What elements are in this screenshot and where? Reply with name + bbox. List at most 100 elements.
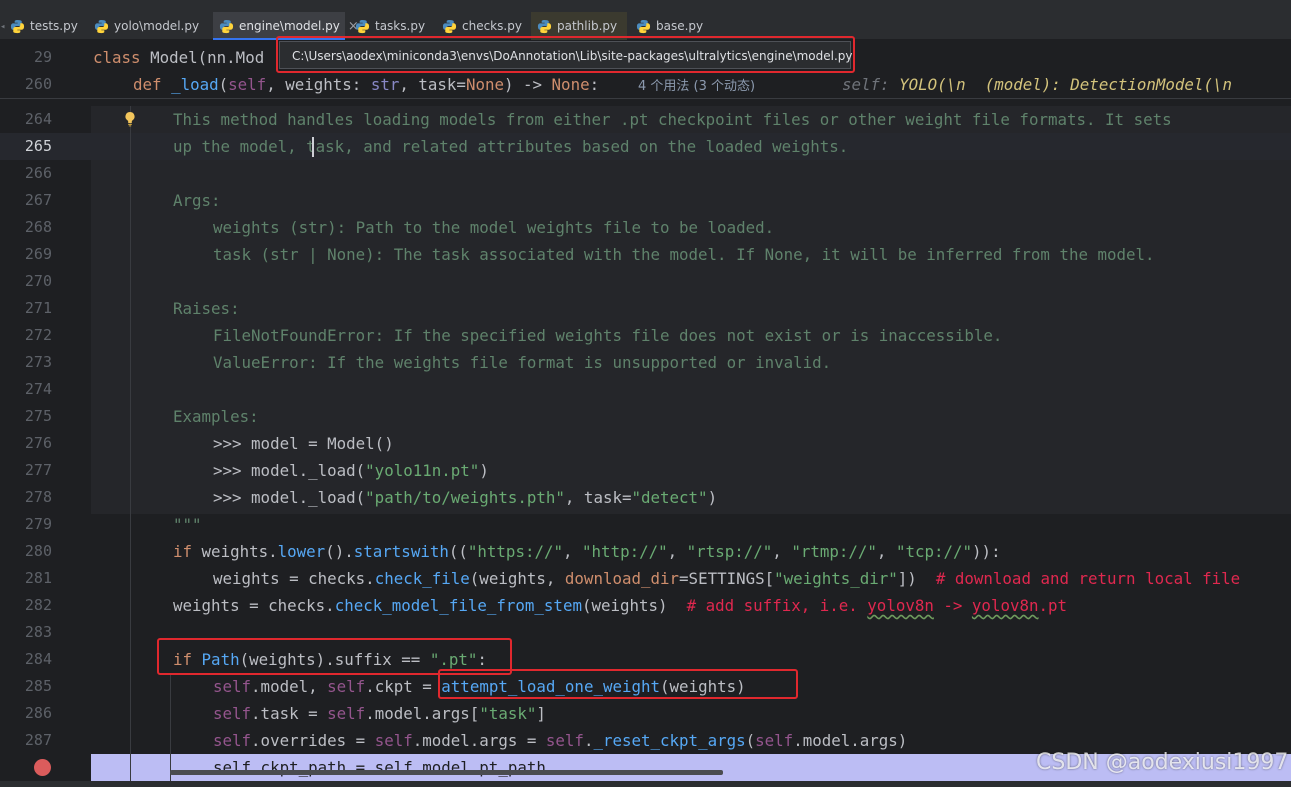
none-keyword: None: [465, 75, 504, 94]
method-call: check_model_file_from_stem: [334, 596, 582, 615]
code-line-279[interactable]: """: [173, 511, 202, 538]
code-text: .ckpt =: [365, 677, 442, 696]
code-text: , weights:: [266, 75, 371, 94]
line-number: 286: [24, 704, 52, 722]
code-text: (weights,: [469, 569, 565, 588]
text-caret: [312, 137, 314, 157]
code-text: ,: [563, 542, 583, 561]
lightbulb-icon[interactable]: [124, 111, 136, 127]
line-number: 287: [24, 731, 52, 749]
line-number: 285: [24, 677, 52, 695]
line-number: 29: [33, 48, 52, 66]
method-call: _reset_ckpt_args: [593, 731, 746, 750]
line-number: 284: [24, 650, 52, 668]
tab-label: tasks.py: [375, 19, 426, 33]
code-text: ().: [325, 542, 354, 561]
string-literal: "weights_dir": [774, 569, 898, 588]
watermark: CSDN @aodexiusi1997: [1036, 750, 1289, 775]
string-literal: "tcp://": [895, 542, 973, 561]
code-line-265[interactable]: up the model, task, and related attribut…: [173, 133, 848, 160]
line-number: 276: [24, 434, 52, 452]
line-number: 265: [24, 137, 52, 155]
code-line-277[interactable]: >>> model._load("yolo11n.pt"): [213, 457, 489, 484]
code-text: ): [707, 488, 718, 507]
tab-label: tests.py: [30, 19, 78, 33]
usages-hint[interactable]: 4 个用法 (3 个动态): [638, 75, 755, 94]
code-line-269[interactable]: task (str | None): The task associated w…: [213, 241, 1155, 268]
python-file-icon: [219, 19, 234, 33]
sticky-class-line[interactable]: class Model(nn.Mod: [93, 44, 264, 71]
code-text: (: [745, 731, 756, 750]
line-number: 272: [24, 326, 52, 344]
code-line-288[interactable]: self.ckpt_path = self.model.pt_path: [213, 754, 546, 781]
code-line-286[interactable]: self.task = self.model.args["task"]: [213, 700, 546, 727]
keyword: def: [133, 75, 162, 94]
code-line-268[interactable]: weights (str): Path to the model weights…: [213, 214, 774, 241]
string-literal: "http://": [582, 542, 668, 561]
code-line-282[interactable]: weights = checks.check_model_file_from_s…: [173, 592, 1067, 619]
code-line-272[interactable]: FileNotFoundError: If the specified weig…: [213, 322, 1002, 349]
code-line-280[interactable]: if weights.lower().startswith(("https://…: [173, 538, 1001, 565]
code-line-281[interactable]: weights = checks.check_file(weights, dow…: [213, 565, 1240, 592]
line-number: 273: [24, 353, 52, 371]
code-text: ,: [667, 542, 687, 561]
code-line-278[interactable]: >>> model._load("path/to/weights.pth", t…: [213, 484, 717, 511]
indent-guide: [130, 106, 131, 781]
horizontal-scrollbar[interactable]: [170, 770, 723, 775]
comment-typo: yolov8n: [867, 596, 934, 615]
code-text: =SETTINGS[: [679, 569, 775, 588]
breakpoint-icon[interactable]: [34, 759, 51, 776]
code-text: ]: [536, 704, 546, 723]
keyword-argument: download_dir: [564, 569, 680, 588]
code-text: >>> model._load(: [213, 461, 366, 480]
sticky-def-line[interactable]: def _load(self, weights: str, task=None)…: [133, 71, 599, 98]
method-call: lower: [277, 542, 326, 561]
code-line-273[interactable]: ValueError: If the weights file format i…: [213, 349, 831, 376]
line-number: 281: [24, 569, 52, 587]
self-keyword: self: [545, 731, 584, 750]
line-number: 266: [24, 164, 52, 182]
python-file-icon: [442, 19, 457, 33]
tab-tests-py[interactable]: tests.py: [4, 12, 84, 40]
line-number: 268: [24, 218, 52, 236]
tab-label: checks.py: [462, 19, 522, 33]
sticky-lines-separator: [0, 98, 1291, 99]
line-number: 275: [24, 407, 52, 425]
tab-yolo-model-py[interactable]: yolo\model.py: [88, 12, 211, 40]
code-text: .model,: [251, 677, 328, 696]
code-line-275[interactable]: Examples:: [173, 403, 259, 430]
editor-bottom-edge: [0, 781, 1291, 787]
inline-var-value: (model): DetectionModel(\n: [984, 75, 1232, 94]
tab-label: pathlib.py: [557, 19, 618, 33]
code-line-264[interactable]: This method handles loading models from …: [173, 106, 1172, 133]
string-literal: "path/to/weights.pth": [365, 488, 565, 507]
code-line-287[interactable]: self.overrides = self.model.args = self.…: [213, 727, 907, 754]
line-number: 277: [24, 461, 52, 479]
line-number: 282: [24, 596, 52, 614]
self-keyword: self: [755, 731, 794, 750]
keyword: if: [173, 542, 193, 561]
code-line-276[interactable]: >>> model = Model(): [213, 430, 394, 457]
code-line-271[interactable]: Raises:: [173, 295, 240, 322]
code-text: .model.args[: [365, 704, 480, 723]
code-text: ) ->: [503, 75, 552, 94]
inline-var-value: YOLO(\n: [899, 75, 966, 94]
indent-guide: [170, 674, 171, 781]
code-text: weights.: [192, 542, 278, 561]
comment-typo: yolov8n: [971, 596, 1039, 615]
method-call: startswith: [353, 542, 449, 561]
python-file-icon: [537, 19, 552, 33]
string-literal: "https://": [467, 542, 563, 561]
self-keyword: self: [213, 704, 252, 723]
debug-inline-values: self: YOLO(\n (model): DetectionModel(\n: [842, 71, 1232, 98]
code-text: .model.args): [793, 731, 908, 750]
python-file-icon: [10, 19, 25, 33]
code-line-267[interactable]: Args:: [173, 187, 221, 214]
code-text: , task=: [399, 75, 466, 94]
string-literal: "task": [479, 704, 537, 723]
editor-tab-bar: ◂ tests.py yolo\model.py engine\model.py…: [0, 0, 1291, 40]
python-file-icon: [355, 19, 370, 33]
string-literal: "rtmp://": [791, 542, 877, 561]
line-number: 280: [24, 542, 52, 560]
keyword: class: [93, 48, 141, 67]
